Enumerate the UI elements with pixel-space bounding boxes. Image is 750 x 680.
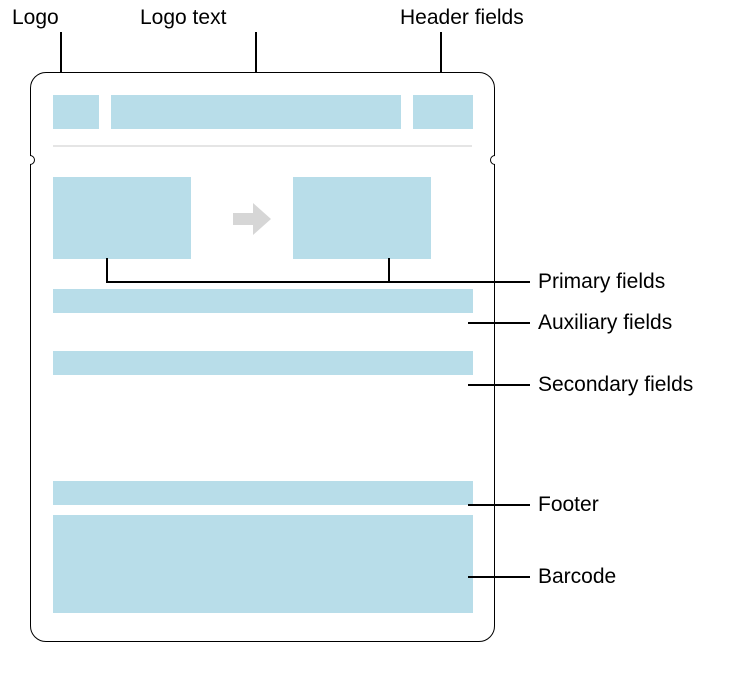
region-secondary-fields	[53, 351, 473, 375]
divider	[53, 145, 472, 147]
region-logo	[53, 95, 99, 129]
label-primary-fields: Primary fields	[538, 270, 665, 294]
label-logo-text: Logo text	[140, 6, 226, 30]
region-primary-right	[293, 177, 431, 259]
leader-secondary	[468, 384, 530, 386]
label-secondary-fields: Secondary fields	[538, 373, 693, 397]
leader-barcode	[468, 576, 530, 578]
leader-primary-v2	[388, 258, 390, 282]
label-auxiliary-fields: Auxiliary fields	[538, 311, 672, 335]
leader-footer	[468, 504, 530, 506]
label-logo: Logo	[12, 6, 59, 30]
region-footer	[53, 481, 473, 505]
diagram-stage: Logo Logo text Header fields Primary fie…	[0, 0, 750, 680]
region-primary-left	[53, 177, 191, 259]
leader-primary-h	[106, 281, 530, 283]
label-footer: Footer	[538, 493, 599, 517]
label-header-fields: Header fields	[400, 6, 524, 30]
notch-right	[490, 155, 500, 165]
leader-auxiliary	[468, 322, 530, 324]
arrow-right-icon	[231, 199, 273, 239]
notch-left	[25, 155, 35, 165]
region-logo-text	[111, 95, 401, 129]
pass-card	[30, 72, 495, 642]
leader-primary-v1	[106, 258, 108, 282]
label-barcode: Barcode	[538, 565, 616, 589]
region-barcode	[53, 515, 473, 613]
region-auxiliary-fields	[53, 289, 473, 313]
region-header-fields	[413, 95, 473, 129]
